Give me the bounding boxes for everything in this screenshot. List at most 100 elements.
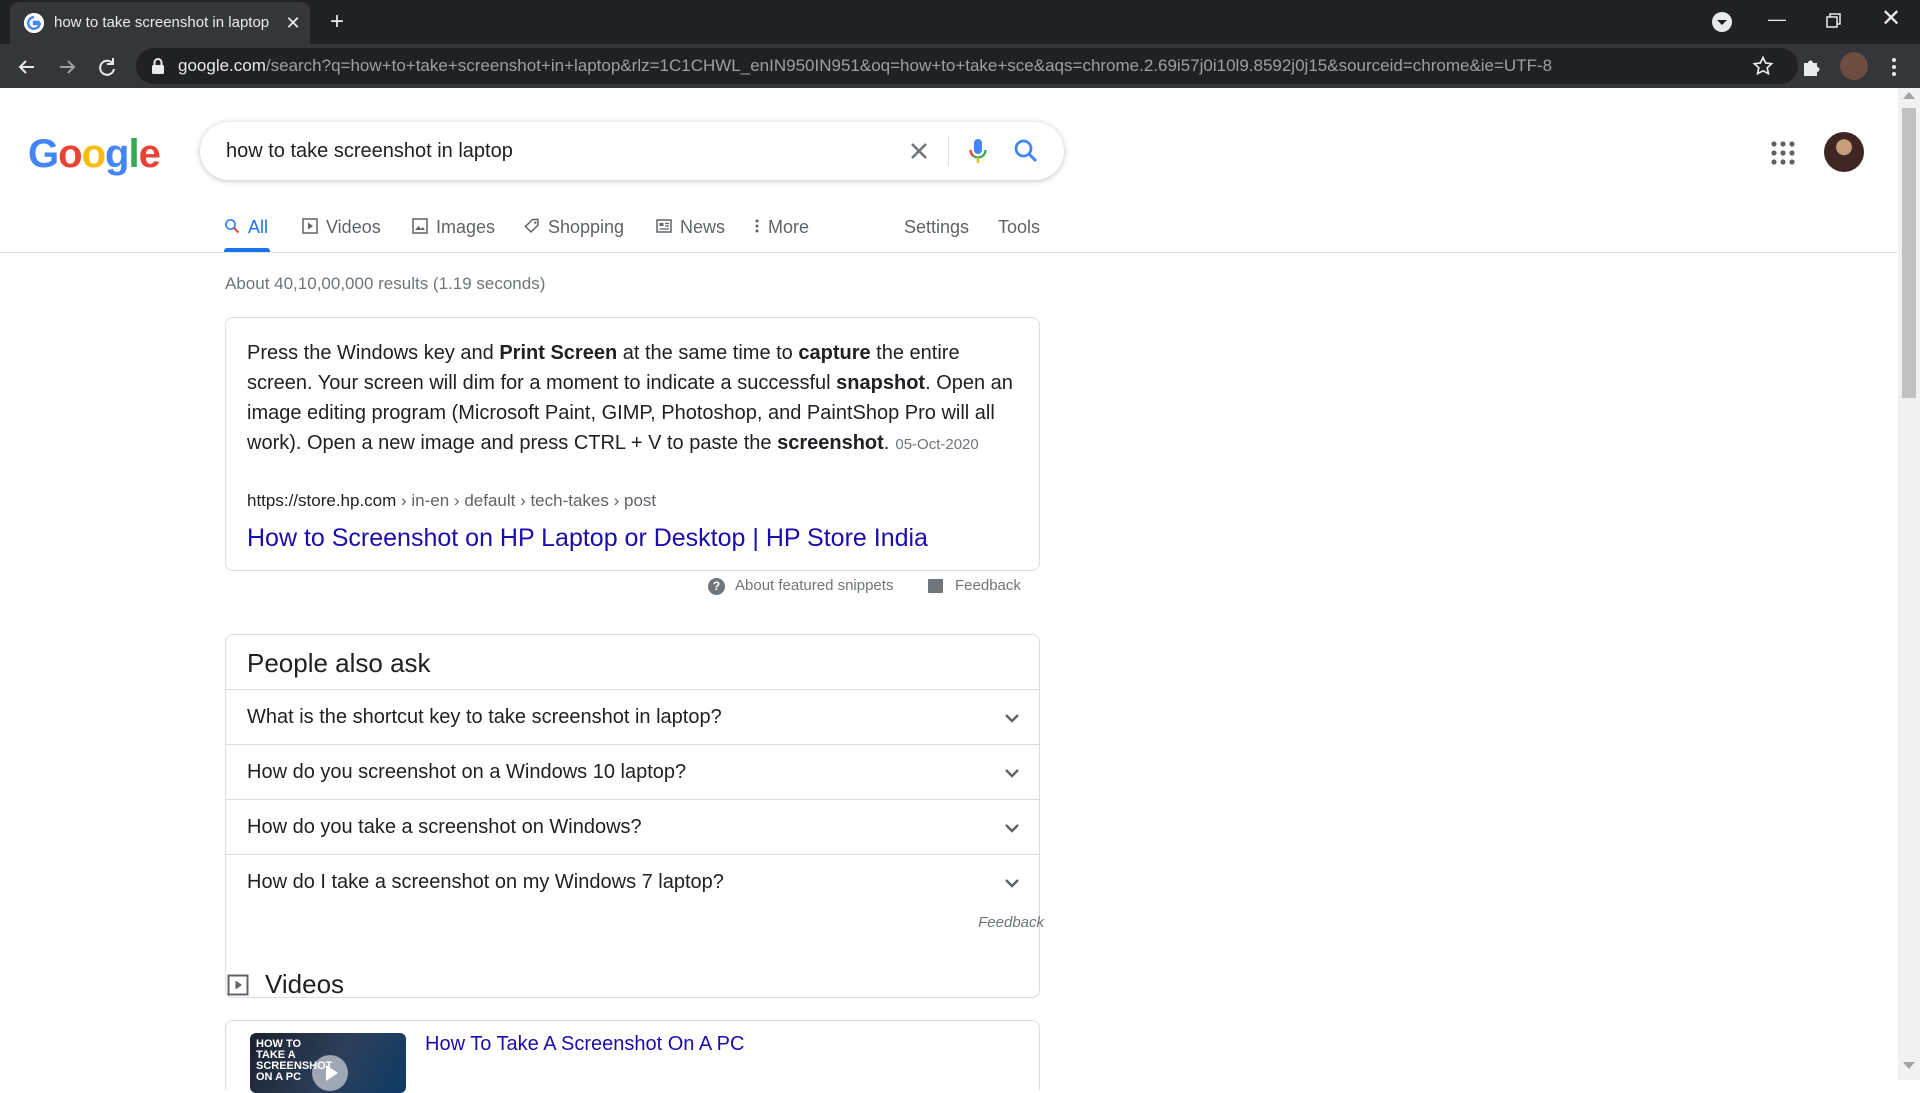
new-tab-button[interactable]: +: [324, 9, 350, 35]
reload-icon[interactable]: [92, 52, 122, 82]
snippet-part-bold: snapshot: [836, 372, 926, 394]
window-minimize-button[interactable]: —: [1762, 6, 1792, 36]
tab-more-label: More: [768, 217, 810, 237]
snippet-feedback-label: Feedback: [955, 577, 1021, 594]
people-also-ask: People also ask What is the shortcut key…: [225, 634, 1040, 998]
snippet-part: Press the Windows key and: [247, 342, 500, 364]
paa-question: How do I take a screenshot on my Windows…: [247, 871, 724, 893]
searchbox-divider: [948, 136, 949, 166]
paa-feedback-link[interactable]: Feedback: [954, 912, 1044, 934]
snippet-date: 05-Oct-2020: [895, 436, 979, 453]
cite-domain: https://store.hp.com: [247, 491, 397, 510]
paa-question: What is the shortcut key to take screens…: [247, 706, 722, 728]
snippet-part: at the same time to: [617, 342, 799, 364]
google-favicon-icon: [24, 13, 44, 33]
snippet-result-link[interactable]: How to Screenshot on HP Laptop or Deskto…: [247, 522, 1027, 554]
search-input[interactable]: [226, 136, 866, 166]
logo-letter: o: [81, 132, 106, 176]
chevron-down-icon[interactable]: [1002, 763, 1022, 783]
lock-icon[interactable]: [150, 57, 166, 75]
logo-letter: e: [138, 132, 161, 176]
bookmark-star-icon[interactable]: [1752, 55, 1774, 77]
url-domain: google.com: [178, 56, 266, 75]
tabs-divider: [0, 252, 1898, 253]
browser-tab[interactable]: how to take screenshot in laptop ✕: [10, 2, 310, 44]
snippet-source-cite[interactable]: https://store.hp.com › in-en › default ›…: [247, 490, 1007, 512]
window-close-button[interactable]: ✕: [1876, 4, 1906, 34]
tab-news-label: News: [680, 217, 726, 237]
browser-tab-strip: how to take screenshot in laptop ✕ + — ✕: [0, 0, 1920, 44]
browser-toolbar: google.com/search?q=how+to+take+screensh…: [0, 44, 1920, 88]
more-vertical-icon: [754, 215, 760, 241]
scroll-down-arrow-icon[interactable]: [1903, 1062, 1915, 1069]
url-text: google.com/search?q=how+to+take+screensh…: [178, 56, 1718, 76]
tools-link[interactable]: Tools: [998, 214, 1040, 244]
featured-snippet: Press the Windows key and Print Screen a…: [225, 317, 1040, 571]
paa-question-row[interactable]: How do you screenshot on a Windows 10 la…: [226, 744, 1039, 799]
forward-arrow-icon[interactable]: [52, 52, 82, 82]
about-snippets-label: About featured snippets: [735, 577, 894, 594]
tab-videos-label: Videos: [326, 217, 381, 237]
video-title-link[interactable]: How To Take A Screenshot On A PC: [425, 1031, 925, 1057]
tab-news[interactable]: News: [656, 214, 725, 244]
result-stats: About 40,10,00,000 results (1.19 seconds…: [225, 274, 546, 293]
paa-question-row[interactable]: How do I take a screenshot on my Windows…: [226, 854, 1039, 909]
video-section-icon: [227, 974, 249, 996]
image-icon: [412, 215, 428, 241]
tab-more[interactable]: More: [754, 214, 809, 244]
tab-videos[interactable]: Videos: [302, 214, 381, 244]
paa-heading: People also ask: [247, 648, 431, 678]
tab-all[interactable]: All: [224, 214, 268, 244]
snippet-text: Press the Windows key and Print Screen a…: [247, 338, 1027, 460]
tab-search-icon[interactable]: [1710, 10, 1734, 34]
account-avatar[interactable]: [1824, 132, 1864, 172]
chevron-down-icon[interactable]: [1002, 818, 1022, 838]
tab-title: how to take screenshot in laptop: [54, 14, 270, 31]
news-icon: [656, 215, 672, 241]
extensions-puzzle-icon[interactable]: [1800, 55, 1824, 79]
snippet-part-bold: screenshot: [777, 432, 884, 454]
scrollbar-thumb[interactable]: [1902, 108, 1916, 398]
clear-search-icon[interactable]: [906, 138, 932, 164]
browser-menu-icon[interactable]: [1884, 54, 1904, 80]
microphone-icon[interactable]: [966, 136, 990, 166]
tab-all-label: All: [248, 217, 269, 237]
logo-letter: G: [28, 132, 59, 176]
search-box: [200, 122, 1064, 180]
logo-letter: g: [105, 132, 129, 176]
tab-images-label: Images: [436, 217, 496, 237]
about-featured-snippets-link[interactable]: ? About featured snippets: [708, 574, 893, 598]
tab-shopping-label: Shopping: [548, 217, 625, 237]
chevron-down-icon[interactable]: [1002, 708, 1022, 728]
tab-shopping[interactable]: Shopping: [524, 214, 624, 244]
google-apps-icon[interactable]: [1770, 140, 1796, 166]
search-small-icon: [224, 215, 240, 241]
play-icon[interactable]: [312, 1055, 348, 1091]
logo-letter: l: [128, 132, 139, 176]
video-play-icon: [302, 215, 318, 241]
page-scrollbar[interactable]: [1898, 88, 1920, 1080]
snippet-part-bold: capture: [798, 342, 871, 364]
paa-question: How do you take a screenshot on Windows?: [247, 816, 642, 838]
window-restore-button[interactable]: [1818, 6, 1848, 36]
tab-images[interactable]: Images: [412, 214, 495, 244]
video-thumbnail[interactable]: HOW TO TAKE A SCREENSHOT ON A PC: [250, 1033, 406, 1093]
chevron-down-icon[interactable]: [1002, 873, 1022, 893]
back-arrow-icon[interactable]: [12, 52, 42, 82]
videos-heading: Videos: [265, 969, 345, 999]
google-doodle-logo[interactable]: Google: [28, 130, 161, 178]
snippet-feedback-link[interactable]: Feedback: [928, 574, 1021, 598]
settings-link[interactable]: Settings: [904, 214, 969, 244]
browser-profile-avatar[interactable]: [1840, 52, 1868, 80]
cite-breadcrumbs: › in-en › default › tech-takes › post: [396, 491, 657, 510]
feedback-flag-icon: [928, 579, 943, 594]
search-results-page: Google All Videos Images Shopping: [0, 88, 1898, 1093]
paa-question-row[interactable]: How do you take a screenshot on Windows?: [226, 799, 1039, 854]
scroll-up-arrow-icon[interactable]: [1903, 92, 1915, 99]
snippet-part-bold: Print Screen: [499, 342, 618, 364]
tab-close-icon[interactable]: ✕: [282, 12, 304, 34]
logo-letter: o: [58, 132, 82, 176]
search-icon[interactable]: [1012, 137, 1040, 165]
paa-question-row[interactable]: What is the shortcut key to take screens…: [226, 689, 1039, 744]
address-bar[interactable]: google.com/search?q=how+to+take+screensh…: [136, 48, 1798, 84]
